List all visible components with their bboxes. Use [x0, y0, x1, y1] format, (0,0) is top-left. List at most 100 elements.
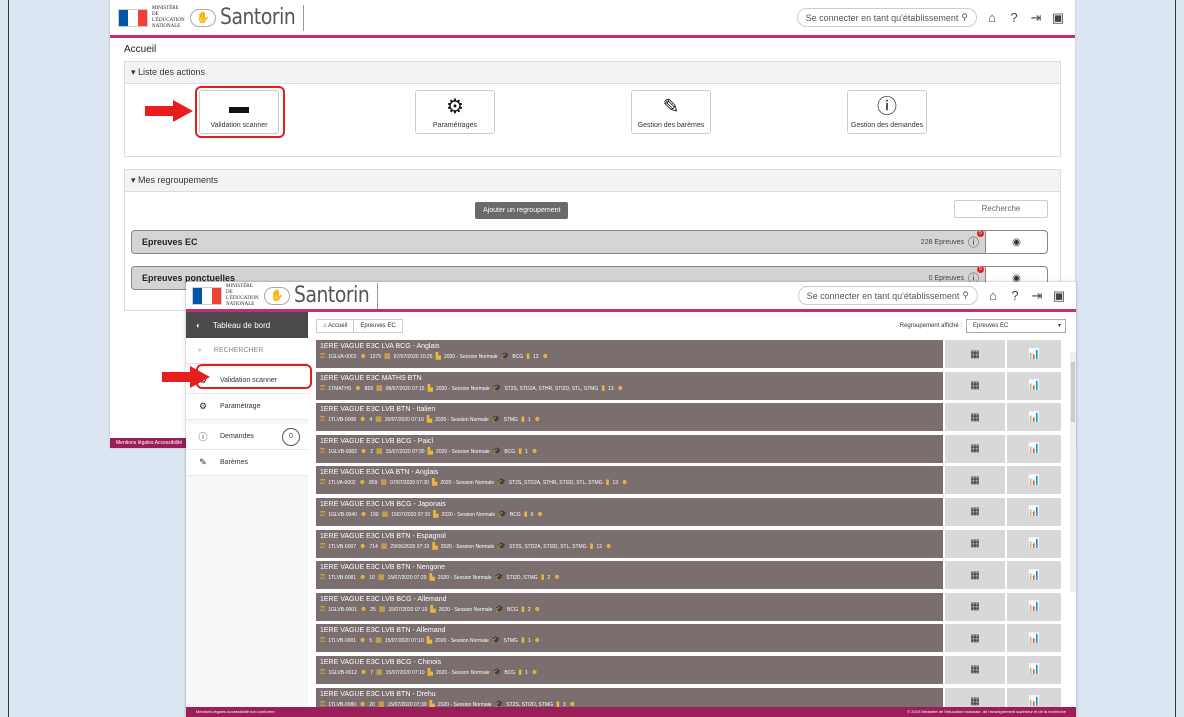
chart-icon[interactable]: 📊 — [1005, 371, 1061, 400]
sidebar-item-parametrage[interactable]: ⚙ Paramétrage — [186, 394, 308, 420]
chart-icon[interactable]: 📊 — [1005, 529, 1061, 558]
breadcrumb-home[interactable]: ⌂ Accueil — [316, 319, 355, 333]
chart-icon[interactable]: 📊 — [1005, 497, 1061, 526]
footer-links[interactable]: Mentions légales Accessibilité non confo… — [196, 707, 275, 717]
chart-icon[interactable]: 📊 — [1005, 434, 1061, 463]
actions-panel-title[interactable]: ▾ Liste des actions — [125, 62, 1060, 84]
sidebar-dashboard[interactable]: ◐ Tableau de bord — [186, 312, 308, 338]
users-icon: ☻ — [359, 416, 367, 424]
search-input[interactable]: Recherche — [954, 200, 1048, 218]
chart-icon[interactable]: 📊 — [1005, 592, 1061, 621]
logout-icon[interactable]: ⇥ — [1030, 288, 1044, 304]
table-icon[interactable]: ▦ — [943, 434, 1005, 463]
table-icon[interactable]: ▦ — [943, 655, 1005, 684]
table-row[interactable]: 1ERE VAGUE E3C LVB BTN - Espagnol ⚿ 1TLVB-… — [316, 529, 1070, 558]
sidebar-item-demandes[interactable]: ⓘ Demandes 0 — [186, 424, 308, 450]
home-icon[interactable]: ⌂ — [985, 10, 999, 25]
graduation-cap-icon: 🎓 — [500, 353, 510, 360]
exam-count: 2 — [370, 448, 374, 455]
table-icon[interactable]: ▦ — [943, 466, 1005, 495]
table-icon[interactable]: ▦ — [943, 371, 1005, 400]
red-arrow — [162, 366, 212, 388]
chart-icon[interactable]: 📊 — [1005, 624, 1061, 653]
chart-icon[interactable]: 📊 — [1005, 655, 1061, 684]
table-row[interactable]: 1ERE VAGUE E3C LVB BCG - Allemand ⚿ 1GLVB-… — [316, 592, 1070, 621]
parametrages-button[interactable]: ⚙ Paramétrages — [415, 90, 495, 134]
table-row[interactable]: 1ERE VAGUE E3C LVA BCG - Anglais ⚿ 1GLVA-0… — [316, 340, 1070, 368]
group-icon: ☻ — [533, 605, 541, 613]
exam-info[interactable]: 1ERE VAGUE E3C LVB BCG - Chinois ⚿ 1GLVB-0… — [316, 655, 943, 684]
breadcrumb-current[interactable]: Epreuves EC — [354, 319, 403, 333]
app-logo[interactable]: Santorin — [294, 283, 370, 308]
gear-icon: ⚙ — [198, 401, 208, 411]
gestion-baremes-button[interactable]: ✎ Gestion des barèmes — [631, 90, 711, 134]
exam-info[interactable]: 1ERE VAGUE E3C MATHS BTN ⚿ 1TMATHS ☻ 859 ▦ 08/… — [316, 371, 943, 400]
gestion-demandes-button[interactable]: ⓘ Gestion des demandes — [847, 90, 927, 134]
table-icon[interactable]: ▦ — [943, 624, 1005, 653]
table-row[interactable]: 1ERE VAGUE E3C LVB BCG - Japonais ⚿ 1GLVB-… — [316, 497, 1070, 526]
alert-icon: ⓘ — [877, 96, 897, 118]
exam-meta: ⚿ 1GLVB-0082 ☻ 2 ▦ 15/07/2020 07:30 ▙ 2020 - Se… — [320, 447, 939, 457]
table-row[interactable]: 1ERE VAGUE E3C LVB BCG - Paicî ⚿ 1GLVB-008… — [316, 434, 1070, 463]
exam-info[interactable]: 1ERE VAGUE E3C LVB BTN - Nengone ⚿ 1TLVB-0… — [316, 561, 943, 590]
logo-divider — [376, 282, 378, 309]
exam-info[interactable]: 1ERE VAGUE E3C LVB BTN - Allemand ⚿ 1TLVB-… — [316, 624, 943, 653]
exam-info[interactable]: 1ERE VAGUE E3C LVA BTN - Anglais ⚿ 1TLVA-0… — [316, 466, 943, 495]
exam-code: 1TMATHS — [328, 385, 352, 392]
exam-info[interactable]: 1ERE VAGUE E3C LVA BCG - Anglais ⚿ 1GLVA-0… — [316, 340, 943, 368]
window-icon[interactable]: ▣ — [1051, 10, 1065, 26]
exam-info[interactable]: 1ERE VAGUE E3C LVB BCG - Paicî ⚿ 1GLVB-008… — [316, 434, 943, 463]
exam-info[interactable]: 1ERE VAGUE E3C LVB BCG - Allemand ⚿ 1GLVB-… — [316, 592, 943, 621]
window-icon[interactable]: ▣ — [1052, 288, 1066, 304]
book-icon: ▮ — [520, 416, 525, 424]
app-logo[interactable]: Santorin — [220, 5, 296, 30]
table-row[interactable]: 1ERE VAGUE E3C LVA BTN - Anglais ⚿ 1TLVA-0… — [316, 466, 1070, 495]
chevron-down-icon: ▾ — [1057, 323, 1061, 329]
table-row[interactable]: 1ERE VAGUE E3C LVB BTN - Nengone ⚿ 1TLVB-0… — [316, 561, 1070, 590]
table-row[interactable]: 1ERE VAGUE E3C LVB BCG - Chinois ⚿ 1GLVB-0… — [316, 655, 1070, 684]
table-icon[interactable]: ▦ — [943, 592, 1005, 621]
table-row[interactable]: 1ERE VAGUE E3C LVB BTN - Allemand ⚿ 1TLVB-… — [316, 624, 1070, 653]
table-row[interactable]: 1ERE VAGUE E3C LVB BTN - Italien ⚿ 1TLVB-0… — [316, 403, 1070, 432]
chart-icon[interactable]: 📊 — [1005, 403, 1061, 432]
exam-series: BCG — [512, 354, 524, 360]
exam-meta: ⚿ 1TLVB-0008 ☻ 4 ▦ 20/07/2020 07:10 ▙ 2020 - Se… — [320, 415, 939, 425]
folder-icon: ▙ — [431, 479, 438, 487]
exam-code: 1GLVB-0040 — [328, 511, 357, 518]
chart-icon[interactable]: 📊 — [1005, 340, 1061, 368]
table-icon[interactable]: ▦ — [943, 529, 1005, 558]
search-icon: ⌕ — [198, 346, 202, 354]
group-row-epreuves-ec[interactable]: Epreuves EC 228 Epreuves ⓘ 5 ◉ — [131, 230, 1048, 254]
chart-icon[interactable]: 📊 — [1005, 561, 1061, 590]
action-label: Gestion des demandes — [851, 122, 923, 129]
add-group-button[interactable]: Ajouter un regroupement — [475, 202, 569, 219]
connect-establishment-button[interactable]: Se connecter en tant qu'établissement ⚲ — [797, 286, 978, 305]
chart-icon[interactable]: 📊 — [1005, 466, 1061, 495]
table-icon[interactable]: ▦ — [943, 340, 1005, 368]
folder-icon: ▙ — [427, 447, 433, 455]
table-icon[interactable]: ▦ — [943, 561, 1005, 590]
help-icon[interactable]: ? — [1007, 10, 1021, 25]
action-label: Gestion des barèmes — [637, 122, 705, 129]
exam-info[interactable]: 1ERE VAGUE E3C LVB BCG - Japonais ⚿ 1GLVB-… — [316, 497, 943, 526]
eye-icon[interactable]: ◉ — [985, 231, 1047, 253]
table-icon[interactable]: ▦ — [943, 403, 1005, 432]
regroup-select[interactable]: Epreuves EC ▾ — [966, 319, 1066, 333]
groups-panel-title[interactable]: ▾ Mes regroupements — [125, 170, 1060, 192]
exam-info[interactable]: 1ERE VAGUE E3C LVB BTN - Espagnol ⚿ 1TLVB-… — [316, 529, 943, 558]
sidebar-search[interactable]: ⌕ RECHERCHER — [186, 338, 308, 364]
connect-establishment-button[interactable]: Se connecter en tant qu'établissement ⚲ — [796, 8, 977, 27]
footer[interactable]: Mentions légales Accessibilité — [110, 438, 190, 448]
sidebar-item-baremes[interactable]: ✎ Barèmes — [186, 450, 308, 476]
home-icon[interactable]: ⌂ — [986, 288, 1000, 303]
help-icon[interactable]: ? — [1008, 288, 1022, 303]
exam-info[interactable]: 1ERE VAGUE E3C LVB BTN - Italien ⚿ 1TLVB-0… — [316, 403, 943, 432]
table-icon[interactable]: ▦ — [943, 497, 1005, 526]
key-icon: ⚿ — [320, 542, 326, 550]
exam-title: 1ERE VAGUE E3C LVA BTN - Anglais — [320, 469, 439, 477]
notification-icon[interactable]: ⓘ 5 — [968, 230, 984, 250]
logout-icon[interactable]: ⇥ — [1029, 10, 1043, 26]
table-row[interactable]: 1ERE VAGUE E3C MATHS BTN ⚿ 1TMATHS ☻ 859 ▦ 08/… — [316, 371, 1070, 400]
exam-count: 10 — [369, 575, 375, 582]
scrollbar[interactable] — [1070, 352, 1076, 592]
